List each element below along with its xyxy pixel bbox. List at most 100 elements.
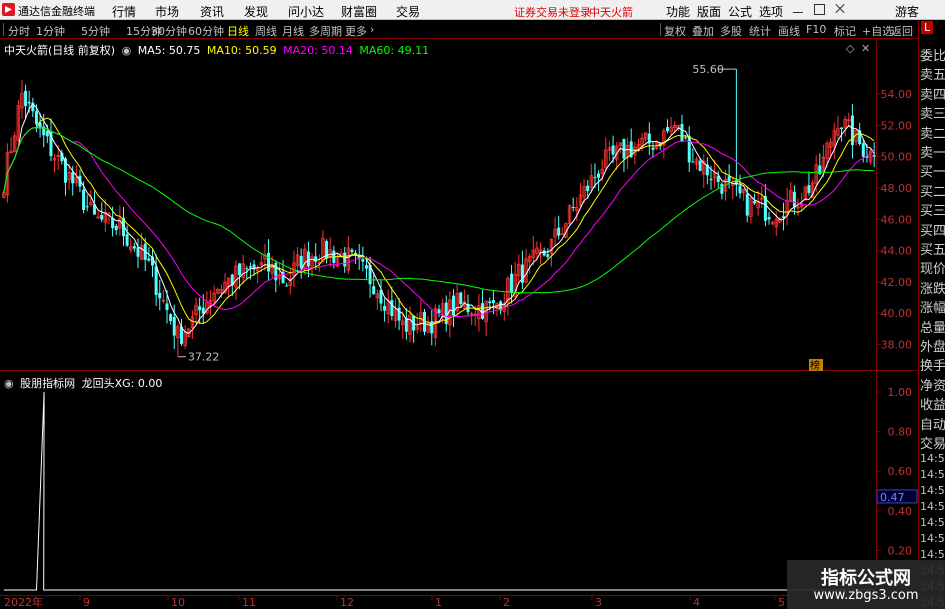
quote-field-label: 买一 <box>920 165 945 181</box>
candle-body <box>85 206 89 208</box>
kline-chart-area[interactable]: 54.00 52.00 50.00 48.00 46.00 44.00 42.00 40.00… <box>0 0 918 609</box>
rank-badge: 榜 <box>810 359 820 372</box>
candle-body <box>593 177 597 179</box>
price-tick-label: 46.00 <box>881 213 913 226</box>
candle-body <box>158 292 162 299</box>
candle-body <box>481 303 485 319</box>
quote-field-label[interactable]: 交易 <box>920 433 945 452</box>
indicator-settings-icon[interactable]: ◉ <box>4 377 14 390</box>
candle-body <box>510 273 514 294</box>
candle-body <box>720 184 724 194</box>
candle-body <box>306 251 310 267</box>
candle-body <box>114 225 118 231</box>
price-tick-label: 50.00 <box>881 151 913 164</box>
high-price-label: 55.60 <box>692 63 724 76</box>
candle-body <box>169 314 173 322</box>
indicator-tick-label: 0.40 <box>888 505 913 518</box>
candle-body <box>586 185 590 192</box>
candle-body <box>557 227 561 236</box>
candle-body <box>571 207 575 209</box>
candle-body <box>818 165 822 175</box>
indicator-source: 股朋指标网 <box>20 377 76 390</box>
quote-field-label: 现价 <box>920 262 945 278</box>
candle-body <box>343 252 347 267</box>
candle-body <box>397 307 401 321</box>
ma60-label: MA60: 49.11 <box>359 44 430 57</box>
quote-field-label: 总量 <box>920 320 945 336</box>
price-tick-label: 38.00 <box>881 339 913 352</box>
indicator-tick-label: 1.00 <box>888 386 913 399</box>
candle-body <box>560 233 565 236</box>
time-tick-label: 10 <box>171 596 185 609</box>
ma-line-5 <box>3 103 875 334</box>
diamond-icon[interactable]: ◇ <box>846 42 854 55</box>
candle-body <box>488 301 492 304</box>
candle-body <box>27 101 31 104</box>
quote-field-label: 买四 <box>920 223 945 239</box>
ma-line-20 <box>3 127 875 318</box>
time-tick-label: 11 <box>242 596 256 609</box>
time-tick-label: 12 <box>340 596 354 609</box>
watermark-title: 指标公式网 <box>821 568 911 589</box>
tick-time: 14:56 <box>920 484 945 498</box>
candle-body <box>100 215 104 220</box>
candle-body <box>125 234 129 246</box>
price-tick-label: 44.00 <box>881 245 913 258</box>
candle-body <box>350 249 354 253</box>
quote-field-label: 外盘 <box>920 340 945 355</box>
price-tick-label: 42.00 <box>881 276 913 289</box>
candle-body <box>364 265 368 269</box>
quote-field-label: 卖一 <box>920 146 945 161</box>
candle-body <box>383 305 387 311</box>
candle-body <box>684 137 688 139</box>
tick-time: 14:56 <box>920 500 945 514</box>
tick-time: 14:56 <box>920 516 945 530</box>
candle-body <box>452 295 456 316</box>
panel-toggle[interactable]: L <box>921 21 934 34</box>
candle-body <box>45 130 49 137</box>
time-tick-label: 9 <box>83 596 90 609</box>
quote-field-label: 收益 <box>920 398 945 414</box>
stock-chart-title: 中天火箭(日线 前复权) <box>4 44 116 57</box>
price-tick-label: 52.00 <box>881 119 913 132</box>
candle-body <box>82 189 86 210</box>
candle-body <box>745 193 749 216</box>
candle-body <box>172 316 176 336</box>
candle-body <box>198 306 202 311</box>
candle-body <box>34 111 38 125</box>
candle-body <box>792 191 796 208</box>
candle-body <box>861 143 865 157</box>
candle-body <box>299 255 303 269</box>
ma10-label: MA10: 50.59 <box>206 44 277 57</box>
candle-body <box>372 286 376 295</box>
candle-body <box>651 147 655 150</box>
current-value-label: 0.47 <box>880 491 905 504</box>
quote-field-label: 卖二 <box>920 126 945 142</box>
price-tick-label: 40.00 <box>881 307 913 320</box>
quote-field-label: 买三 <box>920 204 945 220</box>
time-tick-label: 2 <box>503 596 510 609</box>
time-tick-label: 5 <box>778 596 785 609</box>
settings-icon[interactable]: ◉ <box>122 44 132 57</box>
quote-field-label: 净资 <box>920 378 945 394</box>
ma-line-10 <box>3 117 875 326</box>
candle-body <box>71 172 75 184</box>
indicator-tick-label: 0.80 <box>888 426 913 439</box>
candle-body <box>738 185 742 194</box>
watermark: 指标公式网 www.zbgs3.com <box>787 560 945 609</box>
candle-body <box>459 292 463 305</box>
candle-body <box>267 252 271 272</box>
quote-field-label: 换手 <box>920 359 945 375</box>
quote-field-label: 卖四 <box>920 87 945 103</box>
quote-field-label[interactable]: 自动 <box>920 414 945 433</box>
indicator-infobar: ◉ 股朋指标网 龙回头XG: 0.00 <box>4 375 165 391</box>
time-tick-label: 3 <box>595 596 602 609</box>
candle-body <box>136 247 140 257</box>
quote-field-label: 买二 <box>920 184 945 200</box>
indicator-line <box>3 391 875 591</box>
quote-field-label: 卖五 <box>920 68 945 84</box>
price-tick-label: 54.00 <box>881 88 913 101</box>
close-icon[interactable]: ✕ <box>861 42 870 55</box>
candle-body <box>361 258 365 262</box>
tick-time: 14:55 <box>920 452 945 466</box>
